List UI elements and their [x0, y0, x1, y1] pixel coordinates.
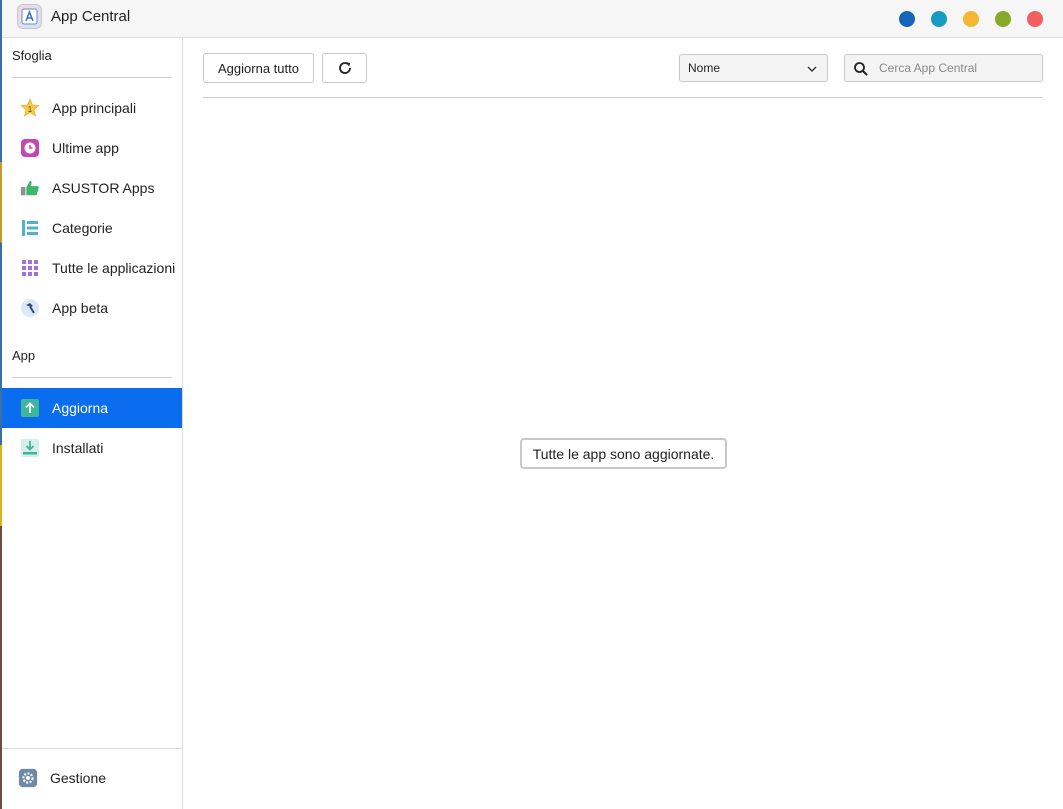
search-input[interactable] — [879, 59, 1037, 77]
svg-text:1: 1 — [28, 105, 33, 114]
clock-icon — [20, 138, 40, 158]
sidebar-item-label: ASUSTOR Apps — [52, 180, 155, 196]
gear-icon — [18, 768, 38, 788]
search-box — [844, 54, 1043, 82]
sidebar-item-label: Aggiorna — [52, 400, 109, 416]
title-bar: App Central — [2, 0, 1063, 38]
sort-select-value: Nome — [688, 61, 721, 75]
sidebar-item-app-principali[interactable]: 1 App principali — [2, 88, 182, 128]
divider — [2, 748, 182, 749]
sidebar-item-gestione[interactable]: Gestione — [2, 758, 182, 798]
sidebar-item-asustor-apps[interactable]: ASUSTOR Apps — [2, 168, 182, 208]
sort-select[interactable]: Nome — [679, 54, 828, 82]
window-dot-red[interactable] — [1027, 11, 1043, 27]
sidebar: Sfoglia 1 App principali Ultime app ASUS… — [2, 38, 183, 809]
sidebar-item-app-beta[interactable]: App beta — [2, 288, 182, 328]
download-icon — [20, 438, 40, 458]
sidebar-item-label: Ultime app — [52, 140, 119, 156]
sidebar-item-label: Gestione — [50, 770, 107, 786]
sidebar-item-installati[interactable]: Installati — [2, 428, 182, 468]
divider — [203, 97, 1043, 98]
window-title: App Central — [51, 8, 131, 25]
sidebar-item-categorie[interactable]: Categorie — [2, 208, 182, 248]
sidebar-item-label: Categorie — [52, 220, 113, 236]
divider — [12, 377, 172, 378]
window-dot-blue[interactable] — [899, 11, 915, 27]
refresh-button[interactable] — [322, 53, 367, 83]
sidebar-item-label: Installati — [52, 440, 104, 456]
update-all-button[interactable]: Aggiorna tutto — [203, 53, 314, 83]
window-dot-green[interactable] — [995, 11, 1011, 27]
sidebar-item-label: App beta — [52, 300, 109, 316]
hammer-icon — [20, 298, 40, 318]
sidebar-item-ultime-app[interactable]: Ultime app — [2, 128, 182, 168]
upload-icon — [20, 398, 40, 418]
section-label-app: App — [12, 348, 36, 363]
window-dot-teal[interactable] — [931, 11, 947, 27]
search-icon — [853, 61, 869, 77]
sidebar-item-label: App principali — [52, 100, 137, 116]
list-icon — [20, 218, 40, 238]
window-controls — [899, 11, 1043, 27]
app-central-icon — [17, 4, 42, 29]
sidebar-item-label: Tutte le applicazioni — [52, 260, 176, 276]
section-label-browse: Sfoglia — [12, 48, 52, 63]
star-icon: 1 — [20, 98, 40, 118]
chevron-down-icon — [807, 63, 817, 73]
sidebar-item-aggiorna[interactable]: Aggiorna — [2, 388, 182, 428]
thumbs-up-icon — [20, 178, 40, 198]
divider — [12, 77, 172, 78]
main-content: Aggiorna tutto Nome Tutte le app sono ag… — [183, 38, 1063, 809]
window-dot-yellow[interactable] — [963, 11, 979, 27]
sidebar-item-tutte-le-applicazioni[interactable]: Tutte le applicazioni — [2, 248, 182, 288]
grid-icon — [20, 258, 40, 278]
app-window: App Central Sfoglia 1 App principali Ult… — [2, 0, 1063, 809]
empty-state-message: Tutte le app sono aggiornate. — [520, 438, 727, 469]
refresh-icon — [337, 60, 353, 76]
